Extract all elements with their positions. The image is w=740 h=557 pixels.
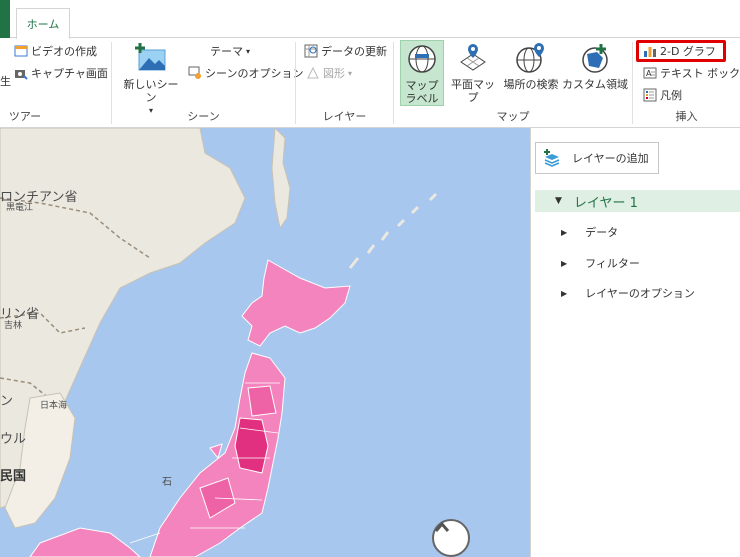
layer-item-filter[interactable]: ▶ フィルター — [561, 255, 640, 271]
map-label-heilongjiang-small: 黒竜江 — [6, 203, 34, 213]
caret-right-icon: ▶ — [561, 288, 568, 298]
group-layer-label: レイヤー — [322, 110, 367, 123]
map-label-ishikawa: 石 — [162, 477, 172, 488]
ribbon-tab-bar: ホーム — [0, 0, 740, 39]
group-scene-label: シーン — [187, 110, 220, 123]
layers-pane: レイヤーの追加 ▼ レイヤー 1 ▶ データ ▶ フィルター ▶ レイヤーのオプ… — [530, 128, 740, 557]
text-box-button[interactable]: A テキスト ボックス — [643, 64, 740, 82]
capture-screen-button[interactable]: キャプチャ画面 — [14, 64, 108, 82]
text-box-icon: A — [643, 67, 657, 79]
scene-options-icon — [188, 66, 201, 79]
capture-screen-label: キャプチャ画面 — [31, 67, 108, 80]
group-insert-label: 挿入 — [675, 110, 698, 123]
new-scene-label: 新しいシーン — [123, 78, 179, 104]
find-location-label: 場所の検索 — [503, 78, 559, 91]
chevron-down-icon: ▾ — [348, 68, 353, 78]
group-map: マップ ラベル 平面マップ 場所の検索 カスタム領域 マップ — [394, 38, 632, 128]
layer-item-label: レイヤーのオプション — [585, 287, 695, 300]
shapes-dropdown[interactable]: 図形 ▾ — [306, 64, 352, 82]
flat-map-button[interactable]: 平面マップ — [446, 42, 500, 104]
chevron-down-icon: ▾ — [246, 46, 251, 56]
create-video-button[interactable]: ビデオの作成 — [14, 42, 97, 60]
map-label-sea-of-japan: 日本海 — [40, 401, 68, 411]
shapes-label: 図形 — [323, 67, 345, 80]
svg-text:A: A — [646, 69, 652, 78]
map-label-korea-north: ン — [0, 394, 14, 409]
add-layer-button[interactable]: レイヤーの追加 — [535, 142, 659, 174]
map-labels-button[interactable]: マップ ラベル — [400, 40, 444, 106]
group-tour-label: ツアー — [8, 110, 42, 123]
map-label-seoul: ウル — [0, 432, 27, 447]
add-layer-icon — [544, 149, 560, 167]
add-layer-label: レイヤーの追加 — [572, 152, 649, 165]
flat-map-icon — [460, 44, 486, 71]
group-scene: 新しいシーン ▾ テーマ ▾ シーンのオプション シーン — [112, 38, 303, 128]
clipped-label: 生 — [0, 75, 11, 88]
group-layer: データの更新 図形 ▾ レイヤー — [296, 38, 393, 128]
app-window: ホーム 生 ビデオの作成 キャプチャ画面 ツアー 新しいシーン ▾ テーマ ▾ … — [0, 0, 740, 557]
camera-icon — [15, 70, 28, 80]
layer-row[interactable]: ▼ レイヤー 1 — [535, 190, 740, 212]
sado-island — [209, 443, 223, 460]
legend-label: 凡例 — [660, 89, 682, 102]
layer-item-label: フィルター — [585, 257, 640, 270]
western-japan-region — [29, 527, 141, 557]
ribbon: 生 ビデオの作成 キャプチャ画面 ツアー 新しいシーン ▾ テーマ ▾ シーンの… — [0, 38, 740, 128]
globe-labels-icon — [408, 45, 436, 73]
caret-down-icon: ▼ — [555, 196, 562, 206]
caret-right-icon: ▶ — [561, 258, 568, 268]
caret-right-icon: ▶ — [561, 227, 568, 237]
video-icon — [14, 45, 28, 57]
map-canvas[interactable]: ロンチアン省 黒竜江 リン省 吉林 ン 日本海 ウル 民国 石 — [0, 128, 530, 557]
refresh-data-button[interactable]: データの更新 — [304, 42, 387, 60]
legend-icon — [643, 88, 657, 102]
sakhalin-island — [271, 128, 291, 230]
find-location-icon — [516, 43, 544, 73]
map-labels-label-2: ラベル — [405, 92, 439, 105]
layer-item-label: データ — [585, 226, 619, 239]
map-nav-up-button[interactable] — [432, 519, 470, 557]
map-graphic — [0, 128, 438, 557]
tab-home[interactable]: ホーム — [16, 8, 70, 39]
layer-name: レイヤー 1 — [573, 195, 638, 211]
legend-button[interactable]: 凡例 — [643, 86, 682, 104]
group-tour: 生 ビデオの作成 キャプチャ画面 ツアー — [0, 38, 110, 128]
new-scene-button[interactable]: 新しいシーン ▾ — [120, 42, 182, 117]
map-labels-label-1: マップ — [405, 79, 439, 92]
map-label-korea: 民国 — [0, 469, 27, 484]
custom-regions-icon — [582, 44, 608, 73]
custom-regions-button[interactable]: カスタム領域 — [562, 42, 628, 91]
region-dark-1 — [234, 417, 269, 474]
flat-map-label: 平面マップ — [451, 78, 495, 104]
hokkaido-region — [241, 259, 351, 347]
custom-regions-label: カスタム領域 — [562, 78, 628, 91]
text-box-label: テキスト ボックス — [660, 67, 740, 80]
scene-options-button[interactable]: シーンのオプション — [188, 64, 303, 82]
file-tab[interactable] — [0, 0, 10, 38]
theme-dropdown[interactable]: テーマ ▾ — [210, 42, 250, 60]
layer-item-data[interactable]: ▶ データ — [561, 224, 618, 240]
find-location-button[interactable]: 場所の検索 — [501, 42, 561, 91]
refresh-icon — [304, 44, 318, 58]
theme-label: テーマ — [210, 45, 243, 58]
refresh-data-label: データの更新 — [321, 45, 387, 58]
chevron-up-icon — [434, 521, 450, 532]
new-scene-icon — [135, 43, 166, 71]
group-map-label: マップ — [496, 110, 530, 123]
map-label-jilin-small: 吉林 — [4, 321, 23, 331]
layer-item-options[interactable]: ▶ レイヤーのオプション — [561, 285, 695, 301]
shapes-icon — [307, 66, 319, 79]
create-video-label: ビデオの作成 — [31, 45, 97, 58]
kuril-islands — [348, 192, 438, 269]
scene-options-label: シーンのオプション — [205, 67, 304, 80]
highlight-rectangle — [636, 40, 726, 62]
